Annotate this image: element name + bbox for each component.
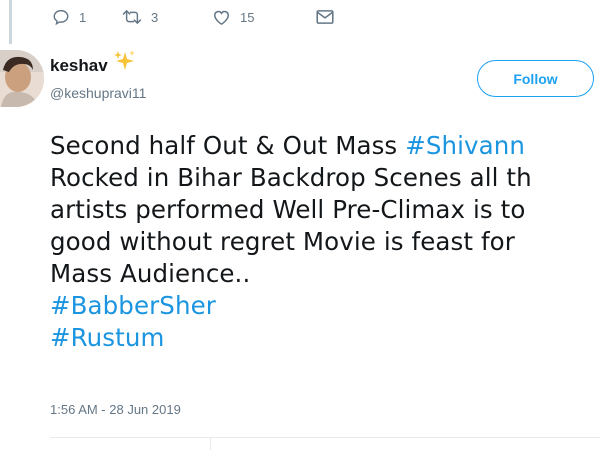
divider — [210, 437, 211, 450]
divider — [50, 437, 600, 438]
tweet-line: Second half Out & Out Mass #Shivann — [50, 130, 600, 162]
like-count: 15 — [240, 9, 255, 25]
retweet-button[interactable]: 3 — [122, 8, 212, 26]
retweet-count: 3 — [151, 9, 159, 25]
follow-button[interactable]: Follow — [477, 60, 594, 97]
envelope-icon — [316, 9, 334, 25]
tweet-line: Mass Audience.. — [50, 259, 251, 288]
reply-button[interactable]: 1 — [52, 8, 122, 26]
user-handle[interactable]: @keshupravi11 — [50, 85, 146, 101]
tweet-text: Second half Out & Out Mass #Shivann Rock… — [50, 130, 600, 354]
direct-message-button[interactable] — [316, 9, 334, 25]
user-name-row: keshav — [50, 50, 136, 77]
tweet-line: artists performed Well Pre-Climax is to — [50, 195, 526, 224]
tweet-line: Rocked in Bihar Backdrop Scenes all th — [50, 163, 532, 192]
sparkles-icon — [112, 49, 136, 77]
like-button[interactable]: 15 — [212, 8, 316, 26]
heart-icon — [212, 8, 231, 26]
user-display-name[interactable]: keshav — [50, 56, 108, 76]
avatar[interactable] — [0, 50, 44, 107]
retweet-icon — [122, 8, 142, 26]
hashtag-rustum[interactable]: #Rustum — [50, 323, 164, 352]
hashtag-shivann[interactable]: #Shivann — [405, 131, 525, 160]
reply-icon — [52, 8, 70, 26]
hashtag-babbersher[interactable]: #BabberSher — [50, 291, 216, 320]
tweet-line: good without regret Movie is feast for — [50, 227, 515, 256]
tweet-action-bar: 1 3 15 — [52, 6, 334, 28]
tweet-timestamp[interactable]: 1:56 AM - 28 Jun 2019 — [50, 402, 181, 417]
tweet-line-text: Second half Out & Out Mass — [50, 131, 406, 160]
reply-count: 1 — [79, 9, 87, 25]
thread-connector-line — [9, 0, 12, 44]
